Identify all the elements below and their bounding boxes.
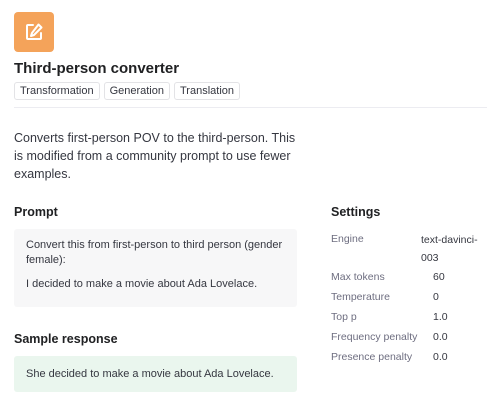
settings-table: Engine text-davinci- 003 Max tokens 60 T… xyxy=(331,231,478,371)
tag-transformation[interactable]: Transformation xyxy=(14,82,100,100)
settings-row: Max tokens 60 xyxy=(331,271,478,291)
settings-label: Max tokens xyxy=(331,271,385,283)
settings-label: Engine xyxy=(331,233,364,245)
settings-row: Frequency penalty 0.0 xyxy=(331,331,478,351)
tag-generation[interactable]: Generation xyxy=(103,82,170,100)
settings-value: 60 xyxy=(433,271,445,283)
settings-label: Presence penalty xyxy=(331,351,413,363)
sample-response-text: She decided to make a movie about Ada Lo… xyxy=(26,368,274,380)
settings-value-engine: text-davinci- 003 xyxy=(421,231,478,271)
settings-value: 0 xyxy=(433,291,439,303)
engine-value-line1: text-davinci- xyxy=(421,234,478,246)
settings-value: 1.0 xyxy=(433,311,448,323)
tag-list: Transformation Generation Translation xyxy=(14,82,241,100)
prompt-box: Convert this from first-person to third … xyxy=(14,229,297,307)
description: Converts first-person POV to the third-p… xyxy=(14,131,296,181)
engine-value-line2: 003 xyxy=(421,252,439,264)
settings-row: Presence penalty 0.0 xyxy=(331,351,478,371)
settings-label: Temperature xyxy=(331,291,390,303)
settings-label: Frequency penalty xyxy=(331,331,418,343)
page-title: Third-person converter xyxy=(14,60,180,77)
divider xyxy=(14,107,487,108)
pencil-edit-icon xyxy=(26,23,43,40)
settings-value: 0.0 xyxy=(433,331,448,343)
settings-heading: Settings xyxy=(331,205,381,219)
settings-row-engine: Engine text-davinci- 003 xyxy=(331,231,478,271)
settings-label: Top p xyxy=(331,311,357,323)
settings-row: Top p 1.0 xyxy=(331,311,478,331)
prompt-heading: Prompt xyxy=(14,205,58,219)
sample-response-heading: Sample response xyxy=(14,332,118,346)
prompt-line-instruction: Convert this from first-person to third … xyxy=(26,239,283,266)
app-icon-tile xyxy=(14,12,54,52)
settings-row: Temperature 0 xyxy=(331,291,478,311)
sample-response-box: She decided to make a movie about Ada Lo… xyxy=(14,356,297,392)
settings-value: 0.0 xyxy=(433,351,448,363)
tag-translation[interactable]: Translation xyxy=(174,82,241,100)
prompt-line-input: I decided to make a movie about Ada Love… xyxy=(26,278,258,290)
